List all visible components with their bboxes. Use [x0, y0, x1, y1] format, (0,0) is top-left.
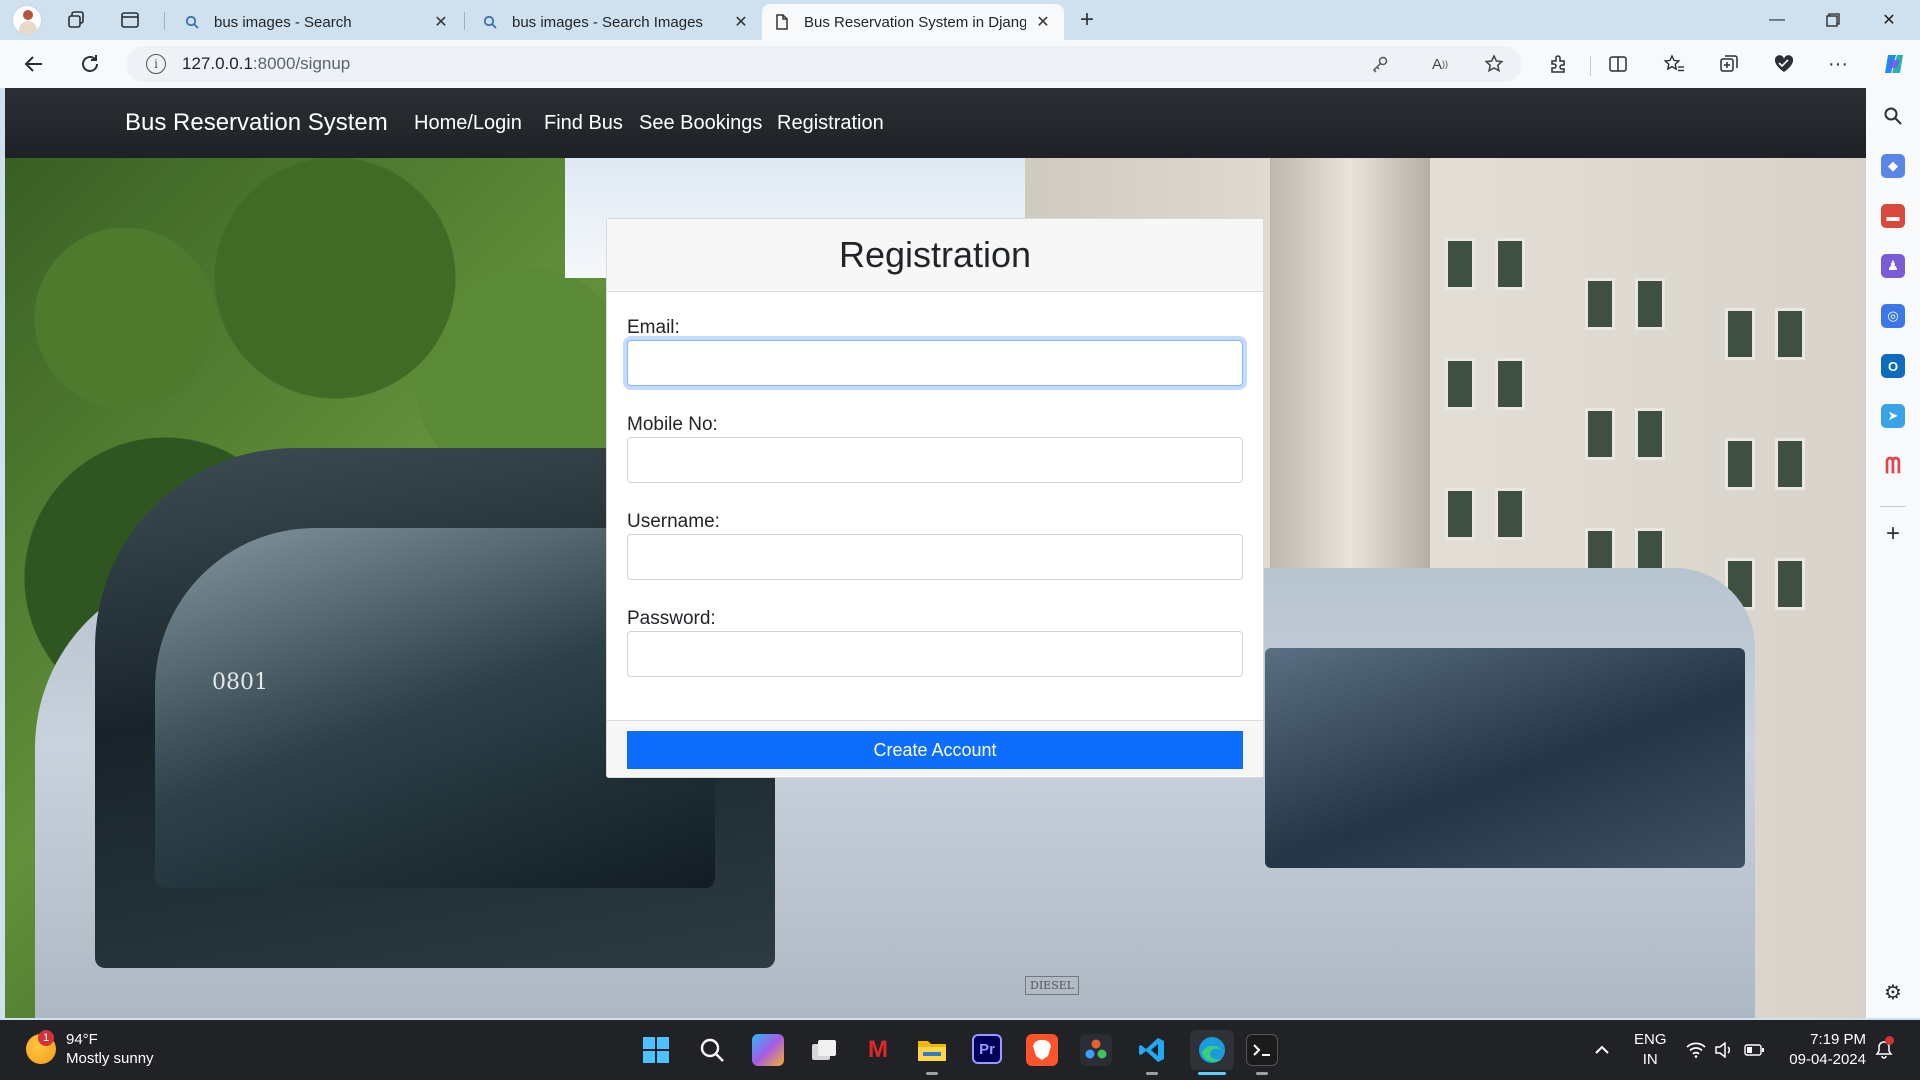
nav-home-login[interactable]: Home/Login	[414, 112, 522, 135]
notification-bell-icon[interactable]	[1874, 1036, 1894, 1060]
tab-title: Bus Reservation System in Djang	[804, 13, 1026, 31]
premiere-pro-icon[interactable]: Pr	[972, 1034, 1002, 1064]
battery-icon[interactable]	[1744, 1040, 1764, 1060]
email-field[interactable]	[627, 340, 1243, 386]
address-bar[interactable]: i 127.0.0.1:8000/signup A))	[126, 46, 1522, 82]
tab-bus-images-search-images[interactable]: bus images - Search Images ✕	[470, 4, 762, 40]
site-navbar: Bus Reservation System Home/Login Find B…	[5, 88, 1866, 158]
weather-sun-icon: 1	[26, 1030, 56, 1064]
nav-find-bus[interactable]: Find Bus	[544, 112, 623, 135]
clock-time: 7:19 PM	[1810, 1031, 1866, 1048]
refresh-button[interactable]	[76, 50, 104, 78]
shopping-tag-icon[interactable]: ◆	[1881, 154, 1905, 178]
search-icon	[184, 14, 200, 30]
weather-widget[interactable]: 1 94°F Mostly sunny	[26, 1030, 154, 1068]
start-icon[interactable]	[640, 1034, 672, 1066]
task-view-icon[interactable]	[808, 1034, 840, 1066]
favorite-star-icon[interactable]	[1484, 54, 1504, 74]
close-icon[interactable]: ✕	[732, 13, 750, 31]
volume-icon[interactable]	[1714, 1040, 1734, 1060]
page-title: Registration	[838, 234, 1032, 275]
weather-temp: 94°F	[66, 1031, 98, 1048]
read-aloud-icon[interactable]: A))	[1430, 54, 1450, 74]
search-icon[interactable]	[696, 1034, 728, 1066]
email-label: Email:	[627, 317, 680, 338]
collections-icon[interactable]	[1717, 52, 1741, 76]
mobile-field[interactable]	[627, 437, 1243, 483]
site-brand[interactable]: Bus Reservation System	[125, 109, 388, 137]
wifi-icon[interactable]	[1686, 1040, 1706, 1060]
username-label: Username:	[627, 511, 720, 532]
split-screen-icon[interactable]	[1606, 52, 1630, 76]
search-icon	[482, 14, 498, 30]
close-window-button[interactable]: ✕	[1861, 0, 1917, 40]
create-account-button[interactable]: Create Account	[627, 731, 1243, 769]
nav-see-bookings[interactable]: See Bookings	[639, 112, 762, 135]
browser-essentials-icon[interactable]	[1772, 52, 1796, 76]
close-icon[interactable]: ✕	[432, 13, 450, 31]
edge-sidebar: ◆ ▬ ♟ ◎ O ➤ ᗰ + ⚙	[1866, 88, 1920, 1018]
gear-icon[interactable]: ⚙	[1881, 980, 1905, 1004]
tab-bus-reservation[interactable]: Bus Reservation System in Djang ✕	[762, 4, 1064, 40]
more-options-icon[interactable]: ···	[1826, 52, 1850, 76]
username-field[interactable]	[627, 534, 1243, 580]
clock-date: 09-04-2024	[1789, 1051, 1866, 1068]
clock[interactable]: 7:19 PM 09-04-2024	[1786, 1030, 1866, 1070]
add-sidebar-app-icon[interactable]: +	[1881, 520, 1905, 547]
copilot-sidebar-icon[interactable]: ◎	[1881, 304, 1905, 328]
windows-taskbar: 1 94°F Mostly sunny M Pr ENG IN 7:19 PM …	[0, 1020, 1920, 1080]
bus-diesel-label: DIESEL	[1025, 976, 1080, 995]
tab-title: bus images - Search Images	[512, 13, 703, 31]
file-explorer-icon[interactable]	[916, 1034, 948, 1066]
terminal-icon[interactable]	[1246, 1034, 1278, 1066]
page-icon	[774, 14, 790, 30]
notification-badge: 1	[38, 1030, 54, 1046]
tools-icon[interactable]: ▬	[1881, 204, 1905, 228]
mcafee-icon[interactable]: M	[862, 1034, 894, 1066]
password-field[interactable]	[627, 631, 1243, 677]
search-icon[interactable]	[1881, 104, 1905, 128]
registration-card: Registration Email: Mobile No: Username:…	[606, 218, 1264, 778]
brave-icon[interactable]	[1026, 1034, 1058, 1066]
favorites-icon[interactable]	[1662, 52, 1686, 76]
language-indicator[interactable]: ENG IN	[1634, 1030, 1667, 1070]
minimize-button[interactable]: —	[1749, 0, 1805, 40]
card-footer: Create Account	[607, 720, 1263, 777]
games-icon[interactable]: ♟	[1881, 254, 1905, 278]
tab-bus-images-search[interactable]: bus images - Search ✕	[172, 4, 462, 40]
chevron-up-icon[interactable]	[1592, 1040, 1612, 1060]
restore-button[interactable]	[1805, 0, 1861, 40]
drop-send-icon[interactable]: ➤	[1881, 404, 1905, 428]
nav-registration[interactable]: Registration	[777, 112, 884, 135]
tab-actions-icon[interactable]	[118, 8, 142, 32]
site-info-icon[interactable]: i	[146, 54, 166, 74]
profile-avatar[interactable]	[12, 5, 42, 35]
new-tab-button[interactable]: +	[1074, 6, 1100, 33]
page-viewport: 0801 DIESEL Bus Reservation System Home/…	[5, 88, 1866, 1018]
bus-number-text: 0801	[212, 670, 268, 695]
edge-icon[interactable]	[1190, 1030, 1234, 1070]
outlook-icon[interactable]: O	[1881, 354, 1905, 378]
address-url[interactable]: 127.0.0.1:8000/signup	[182, 54, 350, 74]
davinci-icon[interactable]	[1080, 1034, 1112, 1066]
tab-title: bus images - Search	[214, 13, 352, 31]
key-icon[interactable]	[1370, 54, 1390, 74]
password-label: Password:	[627, 608, 716, 629]
copilot-icon[interactable]	[1880, 50, 1908, 78]
card-header: Registration	[607, 219, 1263, 292]
vscode-icon[interactable]	[1136, 1034, 1168, 1066]
browser-tab-strip: bus images - Search ✕ bus images - Searc…	[0, 0, 1920, 40]
copilot-icon[interactable]	[752, 1034, 784, 1066]
workspaces-icon[interactable]	[64, 8, 88, 32]
browser-toolbar: i 127.0.0.1:8000/signup A)) ···	[0, 40, 1920, 88]
weather-condition: Mostly sunny	[66, 1050, 154, 1067]
back-button[interactable]	[20, 50, 48, 78]
close-icon[interactable]: ✕	[1034, 13, 1052, 31]
m365-icon[interactable]: ᗰ	[1881, 453, 1905, 478]
mobile-label: Mobile No:	[627, 414, 718, 435]
extensions-icon[interactable]	[1546, 52, 1570, 76]
